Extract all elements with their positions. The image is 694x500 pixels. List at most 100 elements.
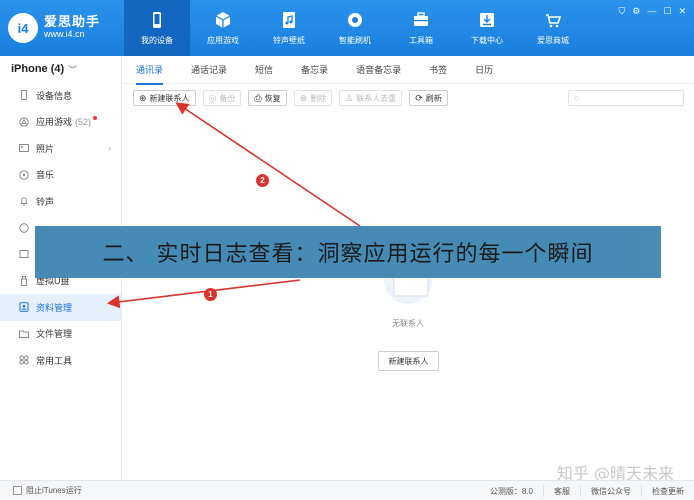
update-dot (93, 115, 97, 120)
grid-icon (19, 355, 29, 365)
new-contact-label: 新建联系人 (149, 93, 190, 103)
logo-title: 爱思助手 (44, 14, 101, 29)
service-link[interactable]: 客服 (543, 485, 580, 497)
maximize-icon[interactable]: ☐ (663, 6, 671, 17)
logo-url: www.i4.cn (44, 29, 85, 39)
sidebar-item-ringtones[interactable]: 铃声 (0, 188, 121, 215)
book-icon (19, 249, 29, 259)
refresh-label: 刷新 (425, 93, 442, 103)
nav-toolbox[interactable]: 工具箱 (388, 0, 454, 56)
sidebar-item-label: 设备信息 (36, 90, 73, 101)
empty-new-contact-button[interactable]: 新建联系人 (378, 351, 439, 371)
bell-icon (19, 196, 29, 206)
block-itunes-toggle[interactable]: 阻止iTunes运行 (0, 485, 82, 496)
device-selector[interactable]: iPhone (4) ﹀ (0, 56, 121, 82)
empty-state-text: 无联系人 (392, 319, 424, 328)
phone-info-icon (19, 90, 29, 101)
sidebar-item-label: 音乐 (36, 170, 55, 181)
nav-my-device[interactable]: 我的设备 (124, 0, 190, 56)
chevron-down-icon: ﹀ (68, 64, 78, 75)
nav-label: 应用游戏 (207, 35, 239, 45)
sidebar-item-device-info[interactable]: 设备信息 (0, 82, 121, 109)
top-bar: i4 爱思助手 www.i4.cn 我的设备 应用游戏 铃声壁纸 智能刷机 工具… (0, 0, 694, 56)
sidebar-item-music[interactable]: 音乐 (0, 162, 121, 189)
backup-icon: ◎ (208, 92, 217, 103)
refresh-button[interactable]: ⟳ 刷新 (409, 90, 448, 106)
logo-mark: i4 (8, 13, 38, 43)
tab-bookmarks[interactable]: 书签 (429, 56, 447, 84)
app-logo[interactable]: i4 爱思助手 www.i4.cn (8, 10, 120, 46)
toolbox-icon (412, 11, 430, 29)
window-controls: ⛉ ⚙ — ☐ ✕ (619, 6, 686, 17)
check-update-link[interactable]: 检查更新 (641, 485, 694, 497)
tab-bar: 通讯录 通话记录 短信 备忘录 语音备忘录 书签 日历 (122, 56, 694, 85)
folder-icon (19, 329, 29, 339)
annotation-marker-1: 1 (204, 288, 217, 301)
chevron-right-icon: › (108, 143, 111, 154)
flash-gear-icon (346, 11, 364, 29)
app-icon (19, 117, 29, 127)
main-nav: 我的设备 应用游戏 铃声壁纸 智能刷机 工具箱 下载中心 爱思商城 (124, 0, 586, 56)
sidebar-item-label: 应用游戏 (36, 117, 73, 128)
sidebar-item-apps[interactable]: 应用游戏 (52) (0, 109, 121, 136)
tab-notes[interactable]: 备忘录 (301, 56, 328, 84)
sidebar-item-file-management[interactable]: 文件管理 (0, 321, 121, 348)
cube-icon (214, 11, 232, 29)
restore-button[interactable]: ⎙ 恢复 (248, 90, 287, 106)
backup-button[interactable]: ◎ 备份 (202, 90, 242, 106)
photo-icon (19, 143, 29, 153)
delete-button[interactable]: ⊗ 删除 (293, 90, 333, 106)
sidebar-item-label: 照片 (36, 143, 55, 154)
wechat-link[interactable]: 微信公众号 (580, 485, 641, 497)
sidebar-item-label: 铃声 (36, 196, 55, 207)
sidebar-item-label: 资料管理 (36, 302, 73, 313)
download-icon (478, 11, 496, 29)
tab-sms[interactable]: 短信 (255, 56, 273, 84)
sidebar-item-label: 文件管理 (36, 329, 73, 340)
contacts-icon (19, 302, 29, 312)
status-bar: 阻止iTunes运行 公测版：8.0 客服 微信公众号 检查更新 (0, 480, 694, 500)
usb-icon (19, 275, 29, 286)
nav-shop[interactable]: 爱思商城 (520, 0, 586, 56)
sidebar-item-label: 常用工具 (36, 355, 73, 366)
nav-ringtones[interactable]: 铃声壁纸 (256, 0, 322, 56)
nav-flash[interactable]: 智能刷机 (322, 0, 388, 56)
restore-label: 恢复 (264, 93, 281, 103)
block-itunes-checkbox[interactable] (13, 486, 22, 495)
annotation-marker-2: 2 (256, 174, 269, 187)
shirt-icon[interactable]: ⛉ (619, 6, 626, 17)
nav-label: 铃声壁纸 (273, 35, 305, 45)
device-name: iPhone (4) (11, 63, 65, 75)
phone-icon (148, 11, 166, 29)
tab-contacts[interactable]: 通讯录 (136, 56, 164, 85)
person-icon: ♙ (345, 92, 354, 103)
dedupe-label: 联系人去重 (356, 93, 397, 103)
nav-downloads[interactable]: 下载中心 (454, 0, 520, 56)
nav-label: 下载中心 (471, 35, 503, 45)
new-contact-button[interactable]: ⊕ 新建联系人 (133, 90, 196, 106)
sidebar-item-data-management[interactable]: 资料管理 (0, 294, 121, 321)
settings-icon[interactable]: ⚙ (632, 6, 640, 17)
delete-label: 删除 (310, 93, 327, 103)
sidebar-item-tools[interactable]: 常用工具 (0, 347, 121, 374)
close-icon[interactable]: ✕ (678, 6, 686, 17)
refresh-icon: ⟳ (415, 92, 423, 103)
tab-calendar[interactable]: 日历 (475, 56, 493, 84)
search-input[interactable]: ○ (568, 90, 684, 106)
version-label: 公测版：8.0 (489, 486, 533, 496)
nav-label: 爱思商城 (537, 35, 569, 45)
tab-voice-memos[interactable]: 语音备忘录 (356, 56, 401, 84)
app-count: (52) (75, 116, 92, 127)
nav-label: 工具箱 (409, 35, 433, 45)
nav-apps[interactable]: 应用游戏 (190, 0, 256, 56)
backup-label: 备份 (219, 93, 236, 103)
minimize-icon[interactable]: — (647, 6, 656, 17)
music-file-icon (280, 11, 298, 29)
sidebar-item-photos[interactable]: 照片 › (0, 135, 121, 162)
dedupe-button[interactable]: ♙ 联系人去重 (339, 90, 403, 106)
restore-icon: ⎙ (254, 92, 262, 103)
block-itunes-label: 阻止iTunes运行 (26, 486, 82, 495)
nav-label: 我的设备 (141, 35, 173, 45)
tab-call-log[interactable]: 通话记录 (191, 56, 227, 84)
toolbar: ⊕ 新建联系人 ◎ 备份 ⎙ 恢复 ⊗ 删除 ♙ 联系人去重 ⟳ 刷新 ○ (122, 88, 694, 108)
